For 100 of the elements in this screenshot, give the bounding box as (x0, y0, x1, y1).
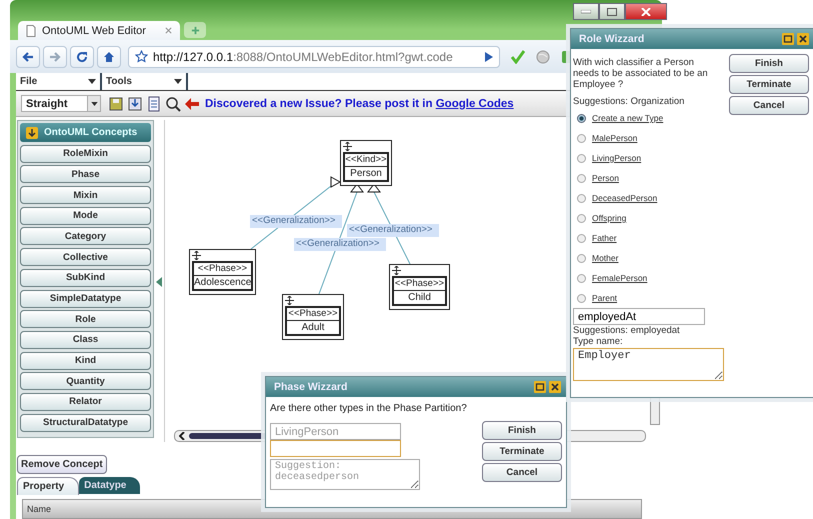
radio-button[interactable] (577, 294, 586, 302)
radio-button[interactable] (577, 234, 586, 242)
globe-icon[interactable] (536, 50, 550, 64)
concept-button[interactable]: SimpleDatatype (20, 290, 151, 308)
import-icon[interactable] (127, 96, 143, 112)
maximize-icon[interactable] (782, 33, 794, 45)
new-type-field[interactable] (270, 440, 401, 457)
concept-button[interactable]: Collective (20, 248, 151, 266)
document-icon[interactable] (146, 96, 162, 112)
concept-button[interactable]: Mode (20, 206, 151, 225)
relation-name-field[interactable]: employedAt (573, 308, 705, 325)
radio-button[interactable] (577, 154, 586, 162)
play-icon[interactable] (485, 52, 493, 62)
minimize-button[interactable] (573, 3, 599, 20)
back-button[interactable] (16, 46, 40, 68)
concept-button[interactable]: Phase (20, 165, 151, 184)
close-button[interactable] (625, 3, 667, 20)
maximize-button[interactable] (599, 3, 625, 20)
maximize-icon (607, 8, 617, 16)
option-link[interactable]: MalePerson (592, 133, 638, 143)
remove-concept-button[interactable]: Remove Concept (17, 455, 107, 474)
google-codes-link[interactable]: Google Codes (436, 98, 514, 110)
radio-button[interactable] (577, 174, 586, 182)
dialog-button[interactable]: Cancel (729, 96, 809, 115)
radio-button[interactable] (577, 114, 586, 122)
reload-button[interactable] (70, 46, 94, 68)
close-icon (641, 8, 651, 16)
option-link[interactable]: Father (592, 233, 617, 243)
option-link[interactable]: Offspring (592, 213, 626, 223)
suggestions-text: Suggestions: employedat (573, 325, 681, 336)
move-icon[interactable] (343, 142, 352, 151)
line-style-select[interactable]: Straight (21, 95, 101, 112)
class-node[interactable]: <<Phase>> Adolescence (189, 249, 256, 295)
stereotype-label: <<Kind>> (345, 154, 387, 167)
tab[interactable]: Property (17, 477, 80, 495)
concept-button[interactable]: StructuralDatatype (20, 414, 151, 432)
collapse-handle-icon[interactable] (156, 277, 162, 287)
dialog-button[interactable]: Terminate (482, 442, 562, 461)
radio-button[interactable] (577, 254, 586, 262)
option-link[interactable]: DeceasedPerson (592, 193, 658, 203)
radio-button[interactable] (577, 134, 586, 142)
option-link[interactable]: Person (592, 173, 619, 183)
concept-button[interactable]: Role (20, 310, 151, 328)
suggestion-box[interactable]: Suggestion: deceasedperson (270, 459, 420, 490)
dialog-button[interactable]: Finish (729, 54, 809, 73)
forward-arrow-icon (49, 50, 61, 62)
class-node[interactable]: <<Kind>> Person (340, 140, 392, 186)
stereotype-label: <<Phase>> (394, 278, 445, 291)
stereotype-label: <<Phase>> (287, 308, 339, 321)
home-button[interactable] (97, 46, 121, 68)
address-bar[interactable]: http://127.0.0.1:8088/OntoUMLWebEditor.html?gwt.code (128, 46, 500, 68)
class-name: Adolescence (194, 276, 251, 289)
class-node[interactable]: <<Phase>> Child (389, 264, 450, 310)
save-icon[interactable] (108, 96, 124, 112)
house-icon (103, 50, 115, 62)
option-link[interactable]: Mother (592, 253, 618, 263)
concept-button[interactable]: Relator (20, 392, 151, 411)
concept-button[interactable]: Quantity (20, 372, 151, 390)
stereotype-label: <<Phase>> (194, 263, 251, 276)
option-link[interactable]: Parent (592, 293, 618, 303)
arrow-icon[interactable] (184, 96, 200, 112)
generalization-label[interactable]: <<Generalization>> (294, 238, 386, 251)
option-link[interactable]: FemalePerson (592, 273, 648, 283)
caret-icon (174, 79, 182, 84)
close-icon[interactable] (549, 381, 561, 393)
issue-notice: Discovered a new Issue? Please post it in Google Codes (205, 98, 514, 110)
maximize-icon[interactable] (534, 381, 546, 393)
checkmark-icon[interactable] (511, 50, 525, 64)
generalization-label[interactable]: <<Generalization>> (347, 224, 439, 237)
class-name: Adult (300, 321, 326, 334)
dialog-button[interactable]: Terminate (729, 75, 809, 94)
caret-icon (88, 79, 96, 84)
move-icon[interactable] (392, 266, 401, 275)
option-link[interactable]: LivingPerson (592, 153, 642, 163)
concept-button[interactable]: SubKind (20, 268, 151, 287)
dialog-button[interactable]: Finish (482, 421, 562, 440)
concept-button[interactable]: Kind (20, 352, 151, 370)
browser-tab[interactable]: OntoUML Web Editor (18, 21, 180, 40)
type-name-field[interactable]: Employer (573, 348, 724, 381)
tab[interactable]: Datatype (79, 477, 140, 494)
concept-button[interactable]: Category (20, 227, 151, 246)
move-icon[interactable] (285, 296, 294, 305)
dialog-button[interactable]: Cancel (482, 463, 562, 482)
radio-button[interactable] (577, 274, 586, 282)
class-name: Child (407, 291, 432, 304)
class-node[interactable]: <<Phase>> Adult (282, 294, 344, 340)
move-icon[interactable] (192, 251, 201, 260)
concept-button[interactable]: Mixin (20, 186, 151, 204)
concept-button[interactable]: RoleMixin (20, 144, 151, 163)
search-icon[interactable] (165, 96, 181, 112)
radio-button[interactable] (577, 194, 586, 202)
concepts-header[interactable]: OntoUML Concepts (20, 123, 151, 142)
dialog-title: Phase Wizzard (274, 381, 348, 393)
close-icon[interactable] (797, 33, 809, 45)
collapse-icon[interactable] (26, 126, 38, 138)
option-link[interactable]: Create a new Type (592, 113, 664, 123)
generalization-label[interactable]: <<Generalization>> (250, 215, 342, 228)
star-icon[interactable] (135, 50, 148, 63)
concept-button[interactable]: Class (20, 330, 151, 349)
radio-button[interactable] (577, 214, 586, 222)
